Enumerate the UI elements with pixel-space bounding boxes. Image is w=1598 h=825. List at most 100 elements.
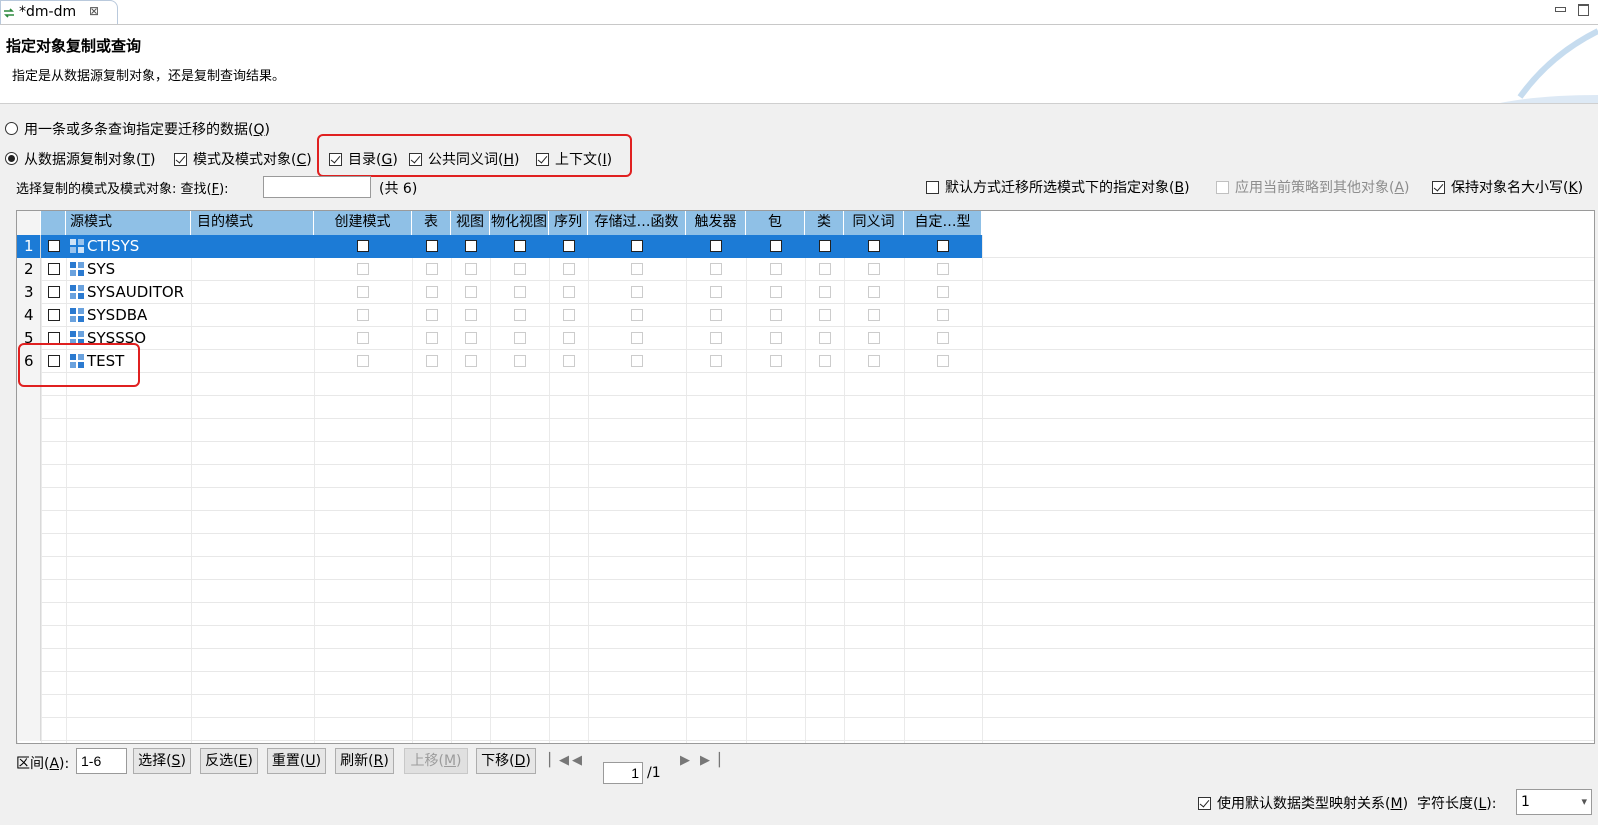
object-type-checkbox[interactable] [770,332,782,344]
row-select-checkbox[interactable] [48,355,60,367]
object-type-checkbox[interactable] [357,355,369,367]
object-type-checkbox[interactable] [465,332,477,344]
row-select-checkbox[interactable] [48,286,60,298]
schema-grid[interactable]: 源模式 目的模式 创建模式 表 视图 物化视图 序列 存储过…函数 触发器 包 … [16,210,1595,744]
object-type-checkbox[interactable] [357,286,369,298]
object-type-checkbox[interactable] [563,332,575,344]
object-type-checkbox[interactable] [770,286,782,298]
object-type-checkbox[interactable] [514,240,526,252]
select-col-header[interactable] [41,211,66,235]
object-type-checkbox[interactable] [868,240,880,252]
object-type-checkbox[interactable] [631,240,643,252]
schema-objects-checkbox[interactable] [174,153,187,166]
col-header-procedure[interactable]: 存储过…函数 [588,211,686,235]
object-type-checkbox[interactable] [819,332,831,344]
public-synonym-label[interactable]: 公共同义词(H) [428,149,519,169]
move-up-button[interactable]: 上移(M) [404,748,468,774]
object-type-checkbox[interactable] [937,355,949,367]
object-type-checkbox[interactable] [710,240,722,252]
page-input[interactable] [603,762,643,784]
keep-case-checkbox[interactable] [1432,181,1445,194]
object-type-checkbox[interactable] [937,286,949,298]
col-header-class[interactable]: 类 [805,211,844,235]
col-header-synonym[interactable]: 同义词 [844,211,904,235]
close-icon[interactable]: ⊠ [89,4,99,18]
minimize-icon[interactable] [1554,4,1566,14]
select-button[interactable]: 选择(S) [133,748,191,774]
catalog-label[interactable]: 目录(G) [348,149,398,169]
context-label[interactable]: 上下文(I) [555,149,612,169]
default-migrate-checkbox[interactable] [926,181,939,194]
object-type-checkbox[interactable] [631,286,643,298]
object-type-checkbox[interactable] [937,332,949,344]
keep-case-label[interactable]: 保持对象名大小写(K) [1451,177,1583,197]
copy-objects-label[interactable]: 从数据源复制对象(T) [24,149,156,169]
context-checkbox[interactable] [536,153,549,166]
object-type-checkbox[interactable] [819,240,831,252]
default-mapping-label[interactable]: 使用默认数据类型映射关系(M) [1217,793,1408,813]
maximize-icon[interactable] [1578,4,1589,16]
object-type-checkbox[interactable] [770,355,782,367]
object-type-checkbox[interactable] [710,263,722,275]
public-synonym-checkbox[interactable] [409,153,422,166]
reset-button[interactable]: 重置(U) [267,748,326,774]
row-select-checkbox[interactable] [48,309,60,321]
invert-select-button[interactable]: 反选(E) [200,748,258,774]
default-migrate-label[interactable]: 默认方式迁移所选模式下的指定对象(B) [945,177,1190,197]
object-type-checkbox[interactable] [563,355,575,367]
object-type-checkbox[interactable] [937,309,949,321]
object-type-checkbox[interactable] [426,355,438,367]
object-type-checkbox[interactable] [426,263,438,275]
object-type-checkbox[interactable] [770,263,782,275]
object-type-checkbox[interactable] [426,286,438,298]
object-type-checkbox[interactable] [357,309,369,321]
col-header-create-schema[interactable]: 创建模式 [314,211,412,235]
object-type-checkbox[interactable] [710,286,722,298]
object-type-checkbox[interactable] [514,263,526,275]
default-mapping-checkbox[interactable] [1198,797,1211,810]
object-type-checkbox[interactable] [563,240,575,252]
object-type-checkbox[interactable] [631,332,643,344]
object-type-checkbox[interactable] [426,309,438,321]
editor-tab[interactable]: *dm-dm ⊠ [0,0,118,24]
object-type-checkbox[interactable] [631,309,643,321]
query-radio-label[interactable]: 用一条或多条查询指定要迁移的数据(Q) [24,119,270,139]
col-header-sequence[interactable]: 序列 [549,211,588,235]
catalog-checkbox[interactable] [329,153,342,166]
object-type-checkbox[interactable] [465,309,477,321]
col-header-source-schema[interactable]: 源模式 [66,211,191,235]
move-down-button[interactable]: 下移(D) [476,748,536,774]
object-type-checkbox[interactable] [514,309,526,321]
object-type-checkbox[interactable] [819,309,831,321]
object-type-checkbox[interactable] [465,240,477,252]
copy-objects-radio[interactable] [5,152,18,165]
object-type-checkbox[interactable] [937,263,949,275]
object-type-checkbox[interactable] [710,355,722,367]
refresh-button[interactable]: 刷新(R) [335,748,394,774]
object-type-checkbox[interactable] [868,332,880,344]
object-type-checkbox[interactable] [631,355,643,367]
apply-policy-label[interactable]: 应用当前策略到其他对象(A) [1235,177,1410,197]
col-header-custom-type[interactable]: 自定…型 [904,211,982,235]
row-select-checkbox[interactable] [48,240,60,252]
object-type-checkbox[interactable] [770,309,782,321]
object-type-checkbox[interactable] [563,309,575,321]
object-type-checkbox[interactable] [868,286,880,298]
object-type-checkbox[interactable] [426,240,438,252]
object-type-checkbox[interactable] [465,355,477,367]
object-type-checkbox[interactable] [770,240,782,252]
object-type-checkbox[interactable] [514,332,526,344]
col-header-target-schema[interactable]: 目的模式 [191,211,314,235]
object-type-checkbox[interactable] [710,332,722,344]
schema-objects-label[interactable]: 模式及模式对象(C) [193,149,312,169]
object-type-checkbox[interactable] [357,332,369,344]
col-header-mview[interactable]: 物化视图 [490,211,549,235]
col-header-trigger[interactable]: 触发器 [686,211,746,235]
object-type-checkbox[interactable] [868,355,880,367]
row-select-checkbox[interactable] [48,332,60,344]
object-type-checkbox[interactable] [710,309,722,321]
search-input[interactable] [263,176,371,198]
col-header-package[interactable]: 包 [746,211,805,235]
apply-policy-checkbox[interactable] [1216,181,1229,194]
next-page-icon[interactable]: ▶ [680,753,690,768]
